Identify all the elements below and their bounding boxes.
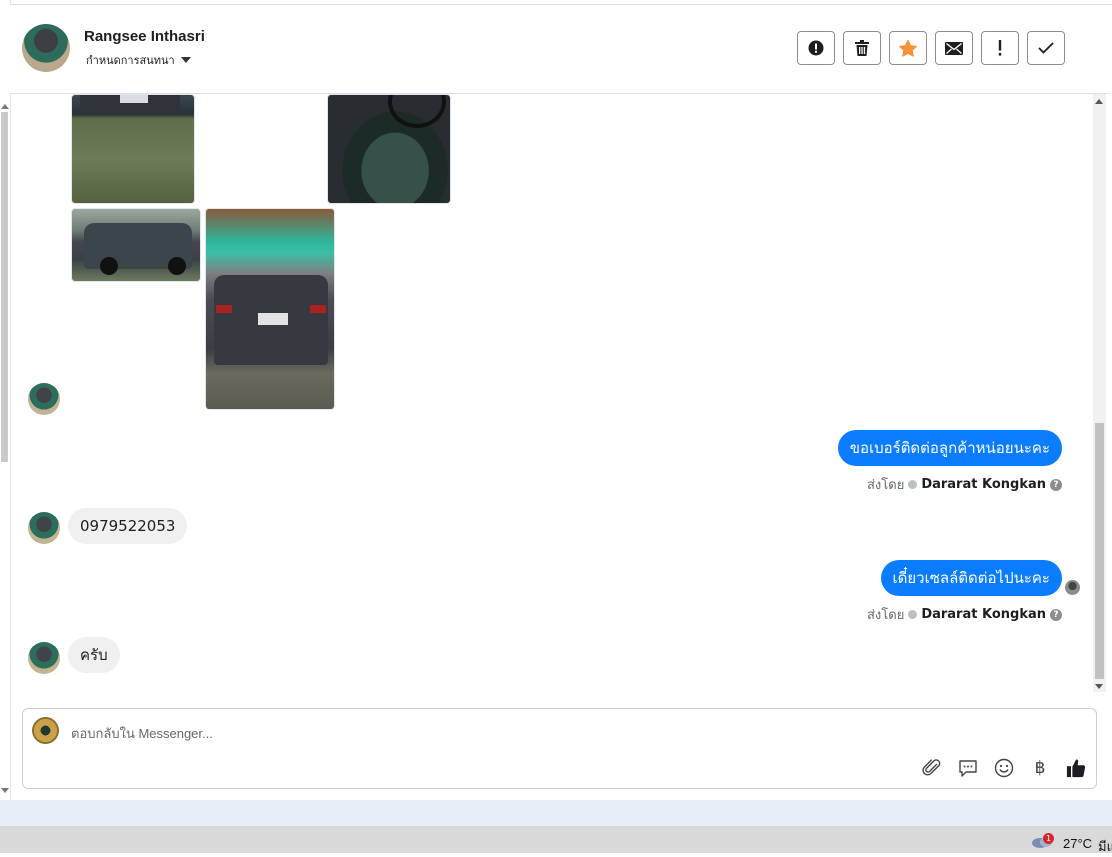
composer-toolbar: ฿ — [922, 758, 1086, 778]
message-scrollbar-thumb[interactable] — [1095, 423, 1104, 679]
mark-done-button[interactable] — [1027, 31, 1065, 65]
page-avatar — [32, 717, 59, 744]
conversation-header: Rangsee Inthasri กำหนดการสนทนา — [10, 5, 1110, 94]
os-taskbar — [0, 826, 1112, 853]
car-photo-side[interactable] — [71, 208, 201, 282]
thumbs-up-icon — [1066, 759, 1086, 778]
trash-icon — [855, 40, 869, 56]
follow-up-button[interactable] — [981, 31, 1019, 65]
star-icon — [899, 39, 917, 57]
car-photo-interior[interactable] — [327, 94, 451, 204]
checkmark-icon — [1038, 42, 1054, 54]
contact-avatar-small[interactable] — [28, 512, 60, 544]
speech-bubble-icon — [959, 760, 977, 777]
left-scroll-up-icon[interactable] — [1, 104, 9, 109]
alert-circle-icon — [808, 40, 824, 56]
sent-by-line: ส่งโดย Dararat Kongkan ? — [867, 474, 1062, 495]
saved-replies-button[interactable] — [958, 758, 978, 778]
reply-composer: ตอบกลับใน Messenger... ฿ — [22, 708, 1097, 789]
emoji-button[interactable] — [994, 758, 1014, 778]
question-mark-icon[interactable]: ? — [1050, 478, 1062, 491]
mark-unread-button[interactable] — [935, 31, 973, 65]
contact-avatar-small[interactable] — [28, 642, 60, 674]
weather-description: มีแ — [1098, 840, 1112, 855]
attach-button[interactable] — [922, 758, 942, 778]
reply-input[interactable]: ตอบกลับใน Messenger... — [71, 723, 213, 744]
weather-temperature[interactable]: 27°C — [1063, 836, 1092, 851]
page-badge-icon — [908, 610, 918, 619]
incoming-message[interactable]: 0979522053 — [68, 508, 188, 544]
left-scroll-down-icon[interactable] — [1, 788, 9, 793]
car-photo-rear[interactable] — [205, 208, 335, 410]
envelope-icon — [945, 41, 963, 55]
sent-by-prefix: ส่งโดย — [866, 608, 905, 623]
weather-alert-badge: 1 — [1043, 833, 1054, 844]
question-mark-icon[interactable]: ? — [1050, 608, 1062, 621]
spam-button[interactable] — [797, 31, 835, 65]
star-button[interactable] — [889, 31, 927, 65]
page-badge-icon — [908, 480, 918, 489]
car-photo-front[interactable] — [71, 94, 195, 204]
scroll-down-icon[interactable] — [1095, 684, 1103, 689]
scroll-up-icon[interactable] — [1095, 99, 1103, 104]
sent-by-prefix: ส่งโดย — [866, 478, 905, 493]
baht-icon: ฿ — [1034, 758, 1046, 778]
payment-button[interactable]: ฿ — [1030, 758, 1050, 778]
seen-avatar — [1065, 580, 1080, 595]
smiley-icon — [994, 758, 1014, 778]
conversation-settings-label: กำหนดการสนทนา — [86, 54, 175, 67]
paperclip-icon — [922, 759, 941, 776]
contact-avatar-small[interactable] — [28, 383, 60, 415]
outgoing-message[interactable]: ขอเบอร์ติดต่อลูกค้าหน่อยนะคะ — [837, 430, 1062, 466]
sender-name[interactable]: Dararat Kongkan — [921, 477, 1046, 492]
conversation-settings-dropdown[interactable]: กำหนดการสนทนา — [86, 51, 191, 69]
window-bottom-band — [0, 800, 1112, 826]
sender-name[interactable]: Dararat Kongkan — [921, 607, 1046, 622]
contact-name[interactable]: Rangsee Inthasri — [84, 28, 205, 45]
like-button[interactable] — [1066, 758, 1086, 778]
left-scrollbar-thumb[interactable] — [1, 112, 8, 462]
incoming-message[interactable]: ครับ — [68, 637, 120, 673]
caret-down-icon — [180, 57, 191, 63]
delete-button[interactable] — [843, 31, 881, 65]
sent-by-line: ส่งโดย Dararat Kongkan ? — [867, 604, 1062, 625]
outgoing-message[interactable]: เดี๋ยวเซลล์ติดต่อไปนะคะ — [880, 560, 1062, 596]
contact-avatar[interactable] — [22, 24, 70, 72]
conversation-action-bar — [797, 31, 1065, 65]
exclamation-icon — [998, 40, 1002, 56]
